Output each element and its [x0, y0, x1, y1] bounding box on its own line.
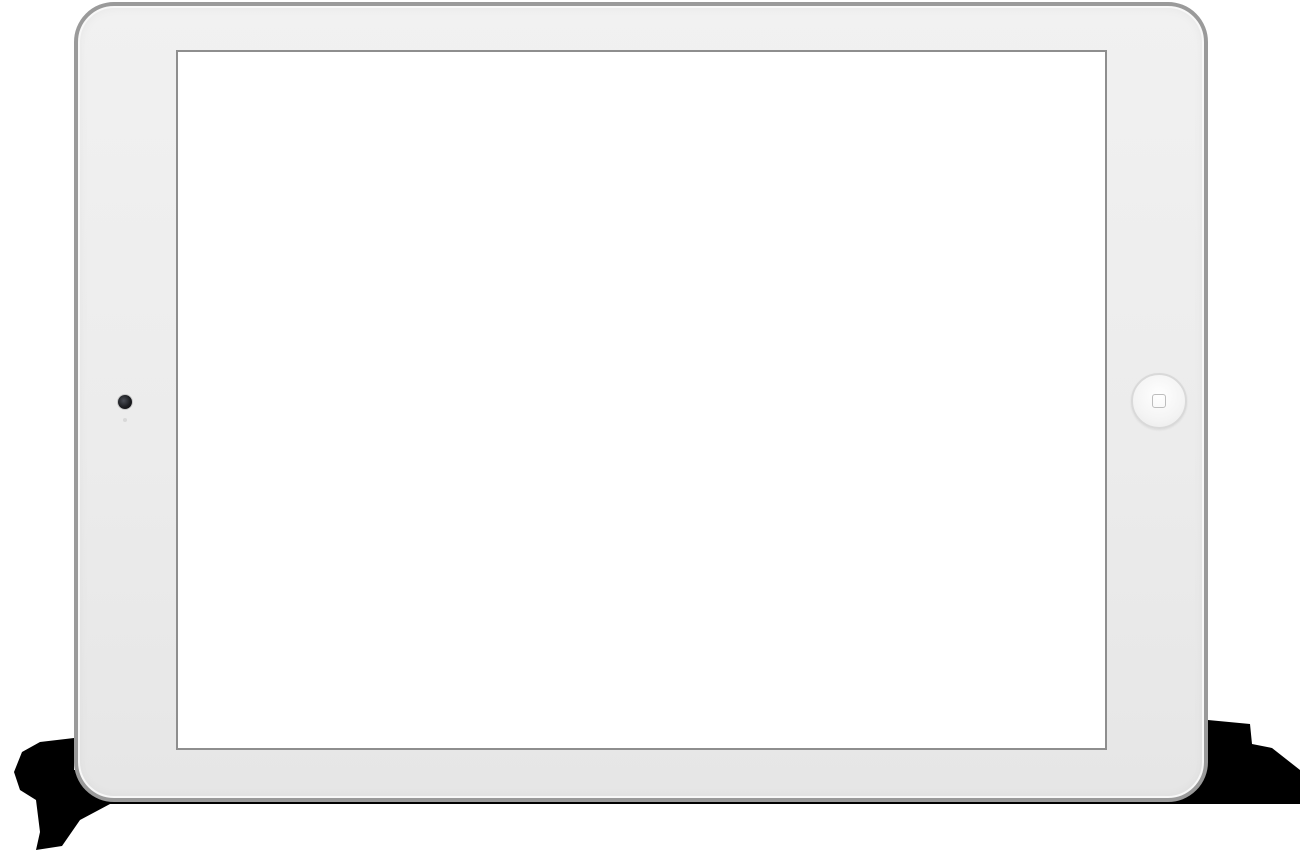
tablet-screen: [176, 50, 1107, 750]
home-button[interactable]: [1131, 373, 1187, 429]
front-camera-icon: [118, 395, 132, 409]
light-sensor: [123, 418, 127, 422]
shadow-right: [1200, 720, 1300, 804]
home-button-square-icon: [1152, 394, 1166, 408]
